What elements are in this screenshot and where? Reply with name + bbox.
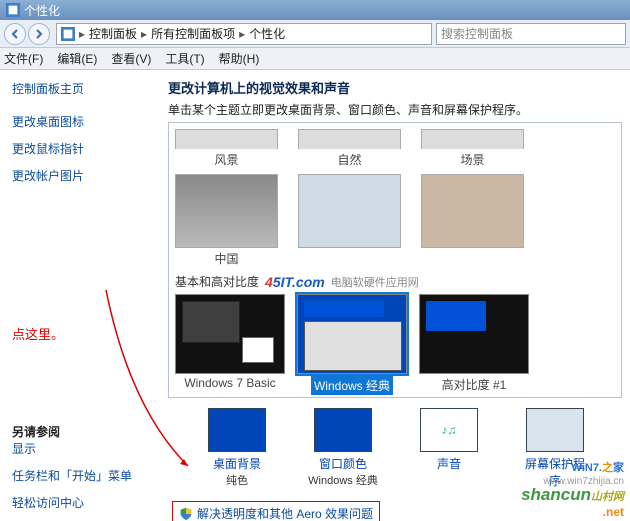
- theme-high-contrast-1[interactable]: 高对比度 #1: [419, 294, 529, 395]
- overlay-text: 电脑维修技术 网: [298, 334, 406, 351]
- option-sublabel: 纯色: [202, 472, 272, 488]
- theme-label: Windows 7 Basic: [175, 376, 285, 390]
- link-cp-home[interactable]: 控制面板主页: [12, 80, 148, 97]
- theme-label: 中国: [175, 250, 278, 267]
- theme-nature[interactable]: 自然: [298, 129, 401, 168]
- link-account-picture[interactable]: 更改帐户图片: [12, 167, 148, 184]
- personalize-icon: [6, 3, 20, 17]
- option-label: 声音: [414, 455, 484, 472]
- option-label: 桌面背景: [202, 455, 272, 472]
- menu-tools[interactable]: 工具(T): [165, 50, 204, 67]
- annotation-hint: 点这里。: [12, 324, 148, 343]
- watermark-45it-sub: 电脑软硬件应用网: [331, 274, 419, 290]
- menu-edit[interactable]: 编辑(E): [57, 50, 97, 67]
- theme-windows-classic[interactable]: 电脑维修技术 网 Windows 经典: [297, 294, 407, 395]
- seealso-heading: 另请参阅: [12, 423, 148, 440]
- theme-unnamed[interactable]: [421, 174, 524, 267]
- option-window-color[interactable]: 窗口颜色 Windows 经典: [308, 408, 378, 489]
- aero-troubleshoot-link[interactable]: 解决透明度和其他 Aero 效果问题: [172, 501, 380, 521]
- breadcrumb-1[interactable]: 控制面板: [89, 25, 137, 42]
- address-bar[interactable]: ▸ 控制面板 ▸ 所有控制面板项 ▸ 个性化: [56, 23, 432, 45]
- forward-arrow-icon: [34, 29, 44, 39]
- breadcrumb-3[interactable]: 个性化: [249, 25, 285, 42]
- watermarks: WiN7.之家 www.win7zhijia.cn shancun山村网.net: [521, 462, 624, 519]
- menu-help[interactable]: 帮助(H): [219, 50, 260, 67]
- forward-button[interactable]: [28, 23, 50, 45]
- back-button[interactable]: [4, 23, 26, 45]
- personalize-icon: [61, 27, 75, 41]
- sidebar: 控制面板主页 更改桌面图标 更改鼠标指针 更改帐户图片 点这里。 另请参阅 显示…: [0, 70, 160, 521]
- shield-icon: [179, 507, 193, 521]
- page-heading: 更改计算机上的视觉效果和声音: [168, 78, 622, 97]
- main-panel: 更改计算机上的视觉效果和声音 单击某个主题立即更改桌面背景、窗口颜色、声音和屏幕…: [160, 70, 630, 521]
- watermark-win7: WiN7.之家: [521, 462, 624, 475]
- menu-bar: 文件(F) 编辑(E) 查看(V) 工具(T) 帮助(H): [0, 48, 630, 70]
- breadcrumb-2[interactable]: 所有控制面板项: [151, 25, 235, 42]
- chevron-right-icon: ▸: [239, 27, 245, 41]
- link-ease-access[interactable]: 轻松访问中心: [12, 494, 148, 511]
- theme-win7-basic[interactable]: Windows 7 Basic: [175, 294, 285, 395]
- search-input[interactable]: 搜索控制面板: [436, 23, 626, 45]
- window-title: 个性化: [24, 2, 60, 19]
- theme-china[interactable]: 中国: [175, 174, 278, 267]
- theme-label: 风景: [175, 151, 278, 168]
- chevron-right-icon: ▸: [141, 27, 147, 41]
- back-arrow-icon: [10, 29, 20, 39]
- troubleshoot-label: 解决透明度和其他 Aero 效果问题: [197, 505, 373, 521]
- menu-view[interactable]: 查看(V): [111, 50, 151, 67]
- link-mouse-pointer[interactable]: 更改鼠标指针: [12, 140, 148, 157]
- theme-landscape[interactable]: 风景: [175, 129, 278, 168]
- title-bar: 个性化: [0, 0, 630, 20]
- theme-label: Windows 经典: [311, 376, 393, 395]
- nav-bar: ▸ 控制面板 ▸ 所有控制面板项 ▸ 个性化 搜索控制面板: [0, 20, 630, 48]
- link-display[interactable]: 显示: [12, 440, 148, 457]
- theme-gallery: 风景 自然 场景 中国 基本和高对比度 45IT.com 电脑软硬件应用网: [168, 122, 622, 398]
- watermark-45it: 45IT.com: [265, 274, 325, 290]
- basic-section-label: 基本和高对比度 45IT.com 电脑软硬件应用网: [175, 273, 615, 290]
- page-subtitle: 单击某个主题立即更改桌面背景、窗口颜色、声音和屏幕保护程序。: [168, 101, 622, 118]
- option-sublabel: Windows 经典: [308, 472, 378, 488]
- theme-label: 场景: [421, 151, 524, 168]
- watermark-shancun: shancun山村网.net: [521, 488, 624, 519]
- theme-label: 高对比度 #1: [419, 376, 529, 393]
- option-sounds[interactable]: ♪♫ 声音: [414, 408, 484, 489]
- chevron-right-icon: ▸: [79, 27, 85, 41]
- search-placeholder: 搜索控制面板: [441, 25, 513, 42]
- theme-scenes[interactable]: 场景: [421, 129, 524, 168]
- theme-label: 自然: [298, 151, 401, 168]
- menu-file[interactable]: 文件(F): [4, 50, 43, 67]
- option-label: 窗口颜色: [308, 455, 378, 472]
- link-desktop-icons[interactable]: 更改桌面图标: [12, 113, 148, 130]
- link-taskbar-start[interactable]: 任务栏和「开始」菜单: [12, 467, 148, 484]
- theme-unnamed[interactable]: [298, 174, 401, 267]
- option-desktop-background[interactable]: 桌面背景 纯色: [202, 408, 272, 489]
